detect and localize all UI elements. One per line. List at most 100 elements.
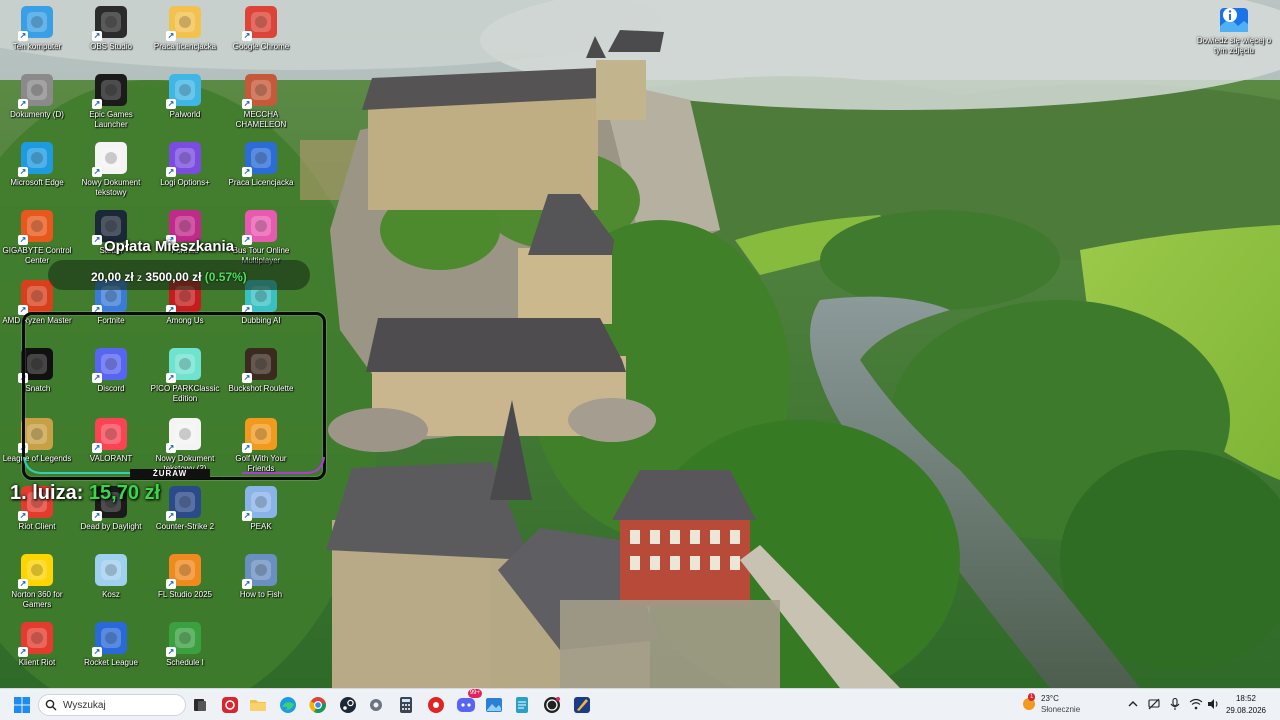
rent-percent: (0.57%) <box>204 270 247 284</box>
epic-games-icon: ↗ <box>92 74 127 109</box>
webcam-frame-label: ŻURAW <box>130 469 210 479</box>
shortcut-arrow-icon: ↗ <box>92 511 102 521</box>
info-picture-icon <box>1218 4 1250 36</box>
desktop-icon-game[interactable]: ↗ MECCHA CHAMELEON <box>224 72 298 130</box>
desktop-icon-label: How to Fish <box>239 590 283 599</box>
calculator-icon[interactable] <box>396 695 416 715</box>
desktop-icon-palworld[interactable]: ↗ Palworld <box>148 72 222 120</box>
clock-time: 18:52 <box>1235 694 1257 703</box>
windows-start-icon[interactable] <box>12 695 32 715</box>
schedule-icon: ↗ <box>166 622 201 657</box>
desktop-icon-label: PEAK <box>250 522 272 531</box>
file-explorer-icon[interactable] <box>248 695 268 715</box>
obs-icon: ↗ <box>92 6 127 41</box>
text-document-icon: ↗ <box>92 142 127 177</box>
shortcut-arrow-icon: ↗ <box>18 579 28 589</box>
weather-temp: 23°C <box>1041 694 1059 703</box>
desktop-icon-label: Dokumenty (D) <box>10 110 64 119</box>
shortcut-arrow-icon: ↗ <box>166 99 176 109</box>
shortcut-arrow-icon: ↗ <box>166 647 176 657</box>
desktop-icon-peak[interactable]: ↗ PEAK <box>224 484 298 532</box>
desktop-icon-folder[interactable]: ↗ Praca licencjacka <box>148 4 222 52</box>
app-red-icon[interactable] <box>220 695 240 715</box>
notepad-icon[interactable] <box>512 695 532 715</box>
desktop-icon-monitor[interactable]: ↗ Ten komputer <box>0 4 74 52</box>
desktop-icon-label: Klient Riot <box>18 658 56 667</box>
shortcut-arrow-icon: ↗ <box>242 167 252 177</box>
taskbar-search[interactable]: Wyszukaj <box>38 694 186 716</box>
desktop-icon-drive[interactable]: ↗ Dokumenty (D) <box>0 72 74 120</box>
fish-game-icon: ↗ <box>242 554 277 589</box>
steam-icon[interactable] <box>338 695 358 715</box>
weather-widget[interactable]: 1 23°C Słonecznie <box>1020 693 1090 717</box>
no-network-icon[interactable] <box>1147 697 1161 711</box>
app-paint-icon[interactable] <box>572 695 592 715</box>
desktop-icon-fish-game[interactable]: ↗ How to Fish <box>224 552 298 600</box>
logi-icon: ↗ <box>166 142 201 177</box>
desktop-icon-rocket-league[interactable]: ↗ Rocket League <box>74 620 148 668</box>
settings-icon[interactable] <box>366 695 386 715</box>
rent-goal-widget: Opłata Mieszkania 20,00 zł z 3500,00 zł … <box>48 236 310 296</box>
desktop-icon-label: Nowy Dokument tekstowy <box>81 178 141 197</box>
wifi-icon[interactable] <box>1189 697 1203 711</box>
app-red-round-icon[interactable] <box>426 695 446 715</box>
shortcut-arrow-icon: ↗ <box>166 31 176 41</box>
desktop-icon-label: Counter-Strike 2 <box>155 522 215 531</box>
peak-icon: ↗ <box>242 486 277 521</box>
discord-icon[interactable]: 99+ <box>456 689 482 715</box>
shortcut-arrow-icon: ↗ <box>18 511 28 521</box>
chrome-icon: ↗ <box>242 6 277 41</box>
task-view-icon[interactable] <box>190 695 210 715</box>
top-donor: 1. luiza: 15,70 zł <box>10 482 160 505</box>
desktop-icon-word[interactable]: ↗ Praca Licencjacka <box>224 140 298 188</box>
shortcut-arrow-icon: ↗ <box>242 99 252 109</box>
riot-icon: ↗ <box>18 622 53 657</box>
norton-icon: ↗ <box>18 554 53 589</box>
desktop-icon-label: FL Studio 2025 <box>158 590 212 599</box>
speaker-icon[interactable] <box>1206 697 1220 711</box>
desktop-icon-label: Ten komputer <box>12 42 62 51</box>
desktop-icon-label: Rocket League <box>84 658 138 667</box>
desktop-icon-recycle-bin[interactable]: Kosz <box>74 552 148 600</box>
microphone-icon[interactable] <box>1168 697 1182 711</box>
desktop-icon-epic-games[interactable]: ↗ Epic Games Launcher <box>74 72 148 130</box>
desktop-icon-obs[interactable]: ↗ OBS Studio <box>74 4 148 52</box>
shortcut-arrow-icon: ↗ <box>166 579 176 589</box>
desktop-icon-label: Google Chrome <box>232 42 290 51</box>
rent-separator: z <box>137 273 143 284</box>
discord-badge: 99+ <box>467 689 482 698</box>
clock[interactable]: 18:52 29.08.2026 <box>1222 693 1270 717</box>
desktop-icon-riot[interactable]: ↗ Klient Riot <box>0 620 74 668</box>
cs2-icon: ↗ <box>166 486 201 521</box>
desktop-icon-text-document[interactable]: ↗ Nowy Dokument tekstowy <box>74 140 148 198</box>
desktop-icon-label: Kosz <box>102 590 120 599</box>
game-icon: ↗ <box>242 74 277 109</box>
top-donor-amount: 15,70 zł <box>88 482 161 504</box>
desktop-icon-edge[interactable]: ↗ Microsoft Edge <box>0 140 74 188</box>
top-donor-name: 1. luiza: <box>10 482 84 504</box>
shortcut-arrow-icon: ↗ <box>18 235 28 245</box>
rocket-league-icon: ↗ <box>92 622 127 657</box>
chevron-up-icon[interactable] <box>1126 697 1140 711</box>
edge-icon[interactable] <box>278 695 298 715</box>
desktop-icon-norton[interactable]: ↗ Norton 360 for Gamers <box>0 552 74 610</box>
photos-icon[interactable] <box>484 695 504 715</box>
shortcut-arrow-icon: ↗ <box>92 31 102 41</box>
shortcut-arrow-icon: ↗ <box>242 31 252 41</box>
desktop-icon-label: Palworld <box>169 110 201 119</box>
shortcut-arrow-icon: ↗ <box>18 647 28 657</box>
desktop-icon-label: OBS Studio <box>90 42 132 51</box>
shortcut-arrow-icon: ↗ <box>242 579 252 589</box>
shortcut-arrow-icon: ↗ <box>92 99 102 109</box>
shortcut-arrow-icon: ↗ <box>166 167 176 177</box>
shortcut-arrow-icon: ↗ <box>92 167 102 177</box>
desktop-icon-label: Riot Client <box>18 522 56 531</box>
shortcut-arrow-icon: ↗ <box>18 31 28 41</box>
desktop-icon-logi[interactable]: ↗ Logi Options+ <box>148 140 222 188</box>
desktop-icon-chrome[interactable]: ↗ Google Chrome <box>224 4 298 52</box>
chrome-icon[interactable] <box>308 695 328 715</box>
obs-icon[interactable] <box>542 695 562 715</box>
desktop-icon-schedule[interactable]: ↗ Schedule I <box>148 620 222 668</box>
learn-about-picture[interactable]: Dowiedz się więcej o tym zdjęciu <box>1194 4 1274 56</box>
desktop-icon-fl-studio[interactable]: ↗ FL Studio 2025 <box>148 552 222 600</box>
